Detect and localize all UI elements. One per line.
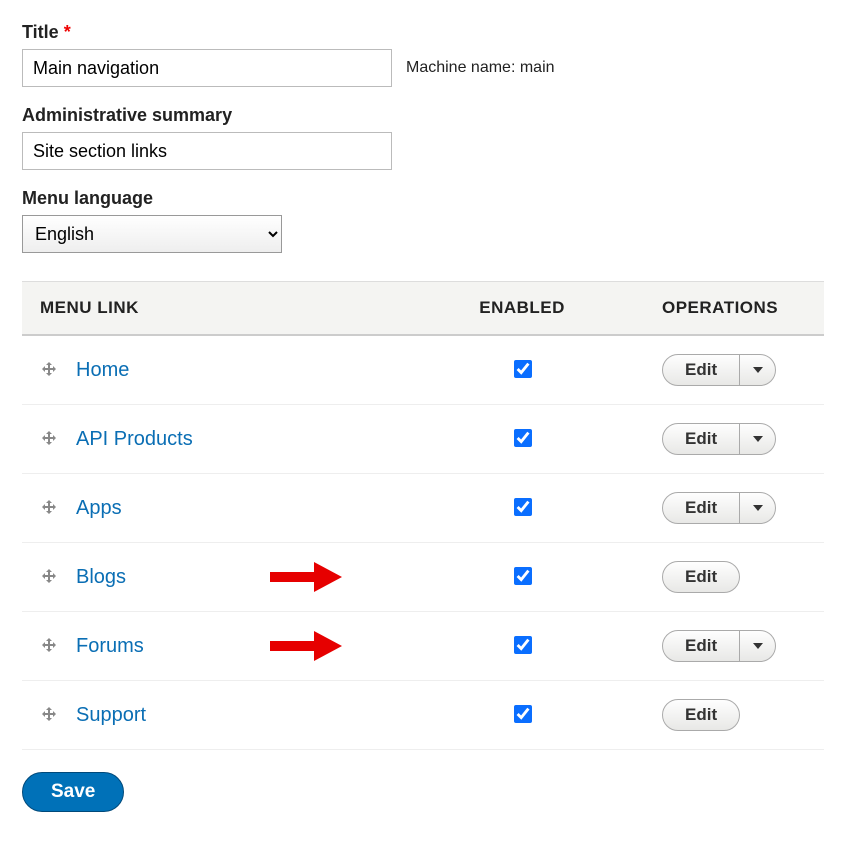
menu-link[interactable]: Blogs <box>76 566 126 589</box>
table-row: Blogs Edit <box>22 543 824 612</box>
edit-dropdown-button[interactable] <box>739 631 775 661</box>
enabled-checkbox[interactable] <box>514 705 532 723</box>
col-header-ops: OPERATIONS <box>644 282 824 336</box>
drag-handle-icon[interactable] <box>40 361 58 379</box>
machine-name: Machine name: main <box>406 59 555 77</box>
edit-button[interactable]: Edit <box>663 424 739 454</box>
summary-input[interactable] <box>22 132 392 170</box>
chevron-down-icon <box>753 436 763 442</box>
table-row: Forums Edit <box>22 612 824 681</box>
enabled-checkbox[interactable] <box>514 567 532 585</box>
table-row: API Products Edit <box>22 405 824 474</box>
chevron-down-icon <box>753 505 763 511</box>
enabled-checkbox[interactable] <box>514 429 532 447</box>
title-input[interactable] <box>22 49 392 87</box>
edit-dropdown-button[interactable] <box>739 355 775 385</box>
enabled-checkbox[interactable] <box>514 360 532 378</box>
edit-button[interactable]: Edit <box>663 493 739 523</box>
save-button[interactable]: Save <box>22 772 124 812</box>
menu-link[interactable]: Forums <box>76 635 144 658</box>
edit-button[interactable]: Edit <box>663 562 739 592</box>
edit-dropdown-button[interactable] <box>739 424 775 454</box>
chevron-down-icon <box>753 643 763 649</box>
menu-link[interactable]: Home <box>76 359 129 382</box>
edit-button[interactable]: Edit <box>663 355 739 385</box>
menu-links-table: MENU LINK ENABLED OPERATIONS HomeEditAPI… <box>22 281 824 750</box>
annotation-arrow-icon <box>270 562 342 592</box>
drag-handle-icon[interactable] <box>40 430 58 448</box>
summary-label: Administrative summary <box>22 105 824 126</box>
menu-link[interactable]: API Products <box>76 428 193 451</box>
drag-handle-icon[interactable] <box>40 499 58 517</box>
drag-handle-icon[interactable] <box>40 568 58 586</box>
edit-button[interactable]: Edit <box>663 700 739 730</box>
table-row: Apps Edit <box>22 474 824 543</box>
required-marker: * <box>64 22 71 42</box>
drag-handle-icon[interactable] <box>40 706 58 724</box>
menu-link[interactable]: Support <box>76 704 146 727</box>
enabled-checkbox[interactable] <box>514 636 532 654</box>
table-row: Home Edit <box>22 335 824 405</box>
annotation-arrow-icon <box>270 631 342 661</box>
enabled-checkbox[interactable] <box>514 498 532 516</box>
col-header-link: MENU LINK <box>22 282 400 336</box>
title-label: Title * <box>22 22 824 43</box>
table-row: Support Edit <box>22 681 824 750</box>
language-select[interactable]: English <box>22 215 282 253</box>
col-header-enabled: ENABLED <box>400 282 644 336</box>
edit-button[interactable]: Edit <box>663 631 739 661</box>
edit-dropdown-button[interactable] <box>739 493 775 523</box>
chevron-down-icon <box>753 367 763 373</box>
menu-link[interactable]: Apps <box>76 497 122 520</box>
language-label: Menu language <box>22 188 824 209</box>
drag-handle-icon[interactable] <box>40 637 58 655</box>
